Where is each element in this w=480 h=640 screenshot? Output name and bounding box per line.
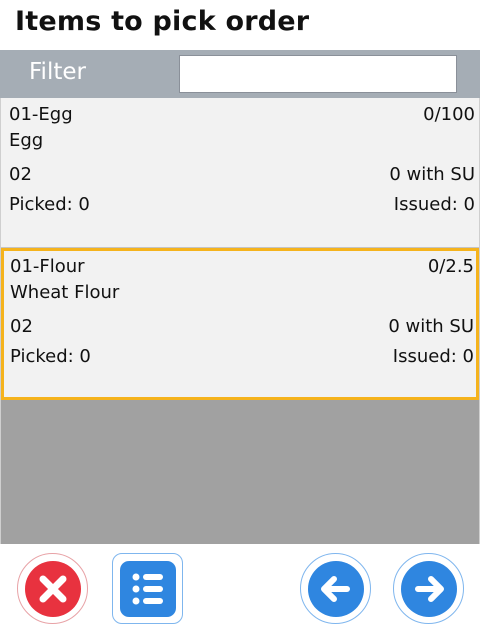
page-title: Items to pick order <box>15 6 310 37</box>
item-name: Egg <box>9 130 44 151</box>
next-button[interactable] <box>393 553 464 624</box>
item-quantity: 0/2.5 <box>427 256 474 277</box>
filter-bar: Filter <box>0 50 480 98</box>
item-code: 01-Flour <box>10 256 85 277</box>
item-issued: Issued: 0 <box>393 194 475 215</box>
item-su-count: 0 with SU <box>388 316 474 337</box>
list-icon <box>119 560 176 617</box>
previous-button[interactable] <box>300 553 371 624</box>
arrow-left-icon <box>307 560 364 617</box>
item-issued: Issued: 0 <box>392 346 474 367</box>
arrow-right-icon <box>400 560 457 617</box>
item-su-count: 0 with SU <box>389 164 475 185</box>
cancel-button[interactable] <box>17 553 88 624</box>
list-item-selected[interactable]: 01-Flour 0/2.5 Wheat Flour 02 0 with SU … <box>1 248 479 400</box>
filter-label: Filter <box>29 59 86 85</box>
item-code: 01-Egg <box>9 104 73 125</box>
items-list[interactable]: 01-Egg 0/100 Egg 02 0 with SU Picked: 0 … <box>1 98 479 544</box>
close-icon <box>24 560 81 617</box>
filter-input[interactable] <box>179 55 457 93</box>
item-location: 02 <box>9 164 32 185</box>
item-quantity: 0/100 <box>423 104 475 125</box>
item-picked: Picked: 0 <box>9 194 90 215</box>
item-name: Wheat Flour <box>10 282 120 303</box>
list-item[interactable]: 01-Egg 0/100 Egg 02 0 with SU Picked: 0 … <box>1 98 479 248</box>
bottom-toolbar <box>0 544 480 640</box>
item-picked: Picked: 0 <box>10 346 91 367</box>
list-button[interactable] <box>112 553 183 624</box>
title-bar: Items to pick order <box>0 0 480 50</box>
item-location: 02 <box>10 316 33 337</box>
